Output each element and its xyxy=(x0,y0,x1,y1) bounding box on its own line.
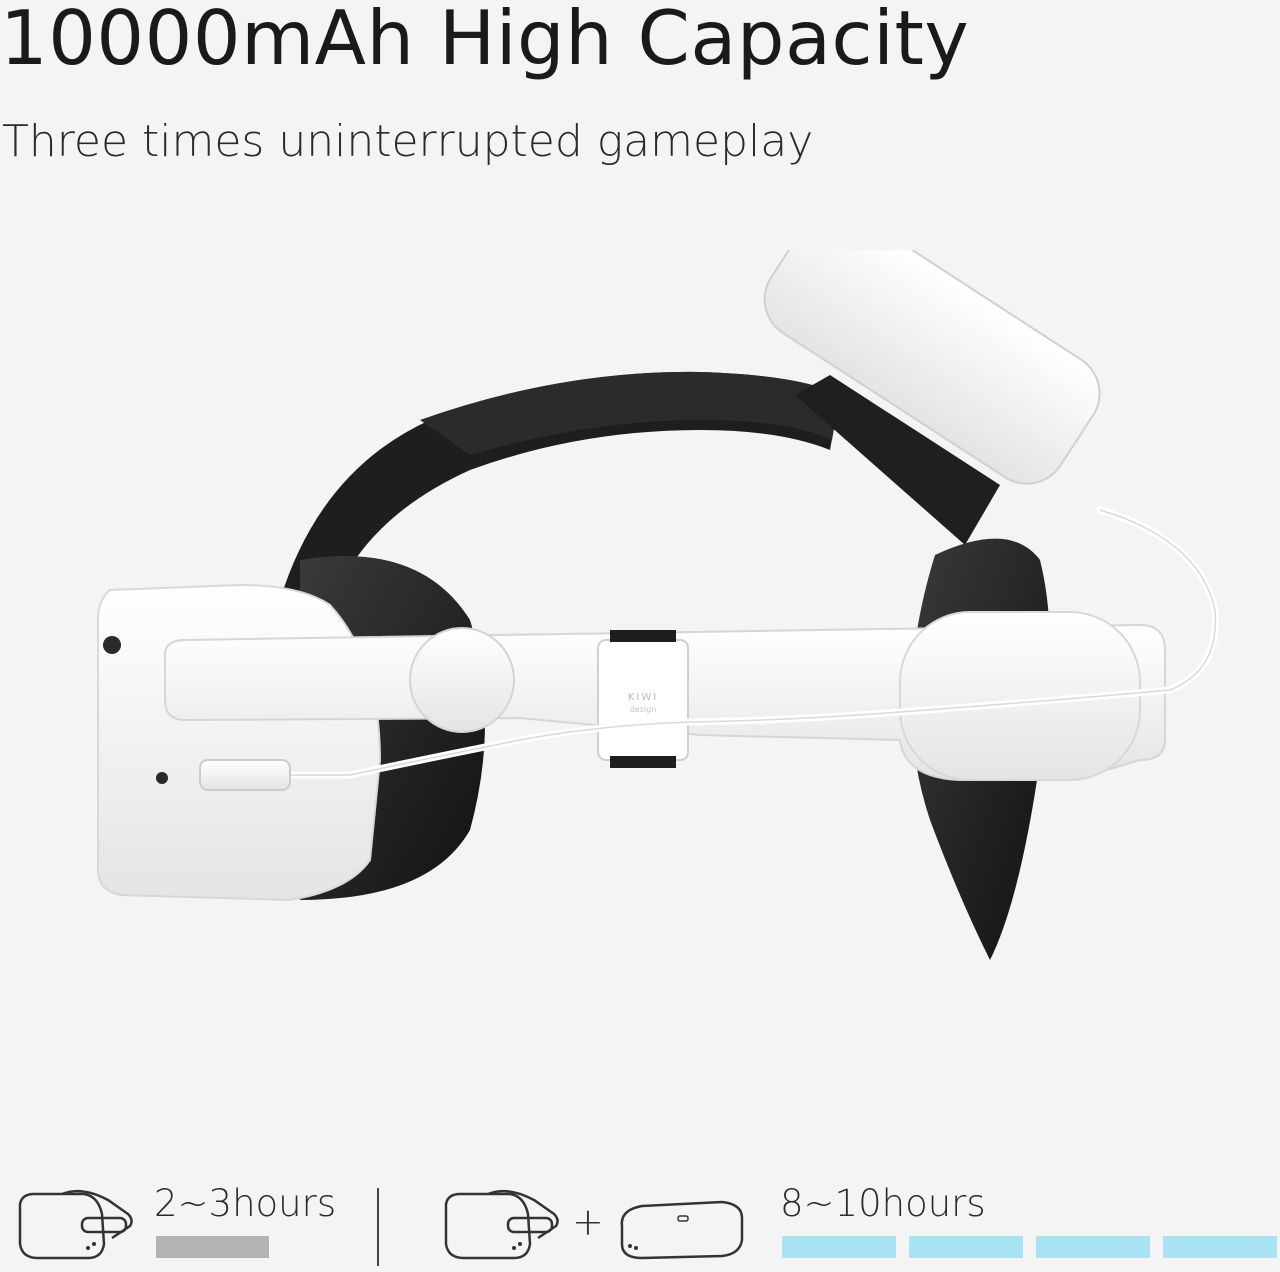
battery-pack-icon xyxy=(620,1200,744,1260)
headline: 10000mAh High Capacity xyxy=(0,0,970,82)
with-battery-bar-segment xyxy=(1036,1236,1150,1258)
battery-comparison: 2~3hours + 8~10hours xyxy=(0,1170,1280,1272)
svg-text:design: design xyxy=(630,705,657,714)
divider xyxy=(377,1188,379,1266)
plus-sign: + xyxy=(572,1200,604,1244)
subheadline: Three times uninterrupted gameplay xyxy=(2,116,814,167)
with-battery-bar-segment xyxy=(909,1236,1023,1258)
headset-body xyxy=(97,583,382,902)
vr-headset-icon xyxy=(18,1189,133,1260)
without-battery-label: 2~3hours xyxy=(154,1182,337,1225)
with-battery-bar-segment xyxy=(782,1236,896,1258)
product-feature-page: 10000mAh High Capacity Three times unint… xyxy=(0,0,1280,1272)
without-battery-bar xyxy=(156,1236,269,1258)
vr-headset-icon xyxy=(444,1189,559,1260)
with-battery-label: 8~10hours xyxy=(780,1182,986,1225)
svg-text:KIWI: KIWI xyxy=(628,692,658,703)
with-battery-bar-segment xyxy=(1163,1236,1277,1258)
vr-headset-battery-strap-image: KIWI design xyxy=(97,250,1219,960)
